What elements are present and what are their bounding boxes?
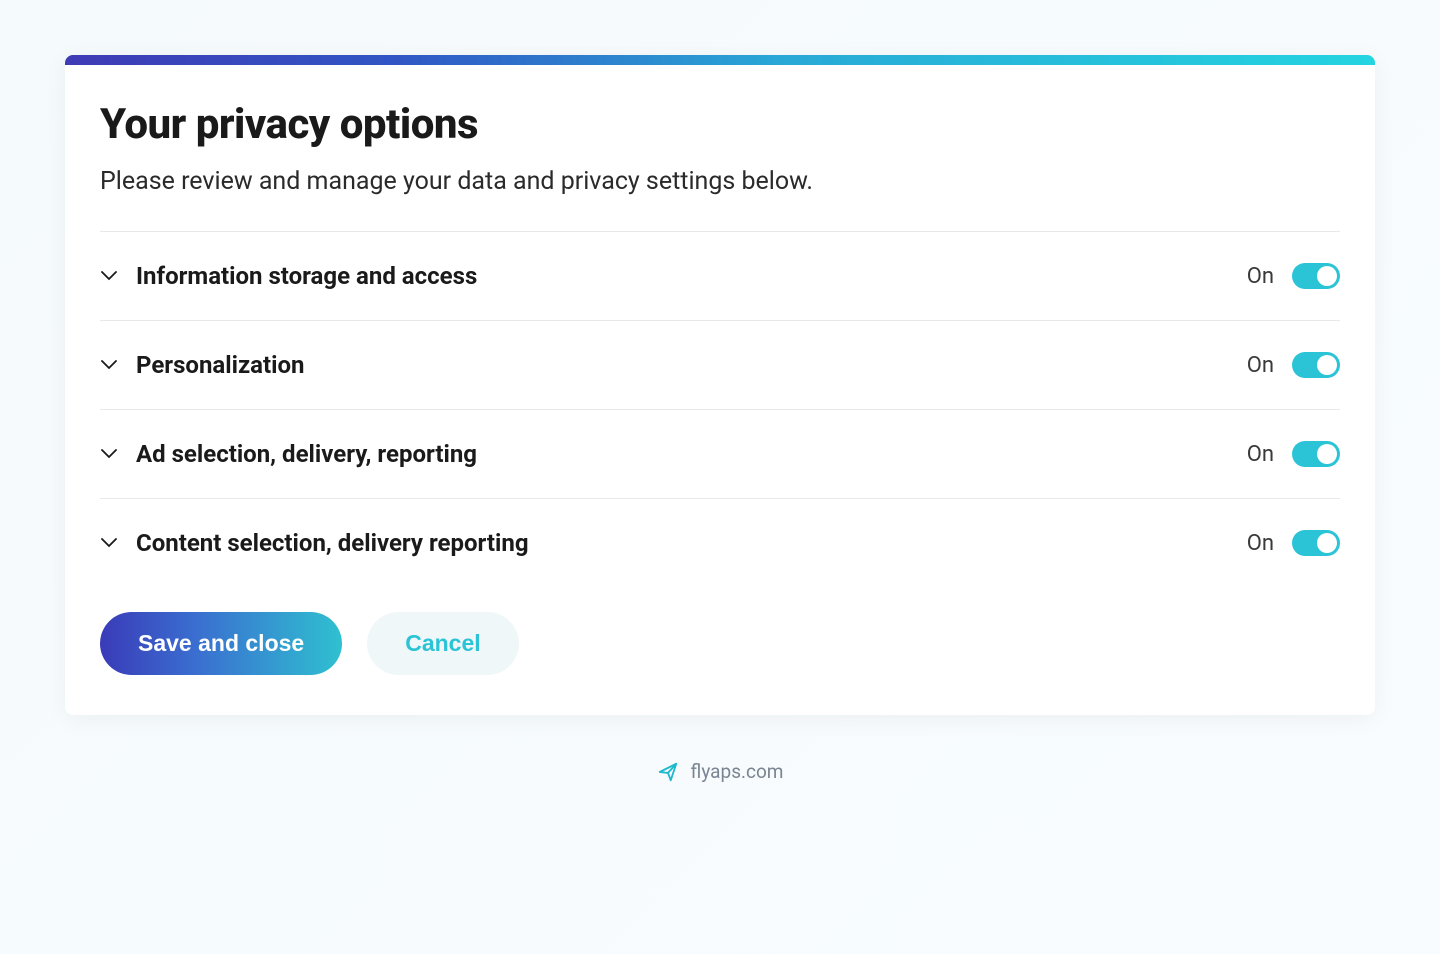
option-row-ad-selection: Ad selection, delivery, reporting On — [100, 409, 1340, 498]
toggle-ad-selection[interactable] — [1292, 441, 1340, 467]
toggle-knob — [1317, 533, 1337, 553]
option-left: Personalization — [100, 351, 304, 379]
option-row-storage: Information storage and access On — [100, 231, 1340, 320]
option-right: On — [1247, 263, 1340, 289]
toggle-state-label: On — [1247, 442, 1274, 467]
chevron-down-icon[interactable] — [100, 356, 118, 374]
toggle-knob — [1317, 266, 1337, 286]
chevron-down-icon[interactable] — [100, 445, 118, 463]
cancel-button[interactable]: Cancel — [367, 612, 518, 675]
toggle-storage[interactable] — [1292, 263, 1340, 289]
option-label: Ad selection, delivery, reporting — [136, 440, 477, 468]
option-row-content-selection: Content selection, delivery reporting On — [100, 498, 1340, 587]
option-label: Personalization — [136, 351, 304, 379]
modal-subtitle: Please review and manage your data and p… — [100, 167, 1340, 196]
option-label: Information storage and access — [136, 262, 477, 290]
option-row-personalization: Personalization On — [100, 320, 1340, 409]
option-left: Ad selection, delivery, reporting — [100, 440, 477, 468]
modal-content: Your privacy options Please review and m… — [65, 65, 1375, 715]
toggle-knob — [1317, 355, 1337, 375]
option-left: Content selection, delivery reporting — [100, 529, 529, 557]
footer-brand: flyaps.com — [691, 760, 784, 783]
toggle-state-label: On — [1247, 531, 1274, 556]
toggle-state-label: On — [1247, 264, 1274, 289]
toggle-state-label: On — [1247, 353, 1274, 378]
toggle-content-selection[interactable] — [1292, 530, 1340, 556]
option-left: Information storage and access — [100, 262, 477, 290]
privacy-modal: Your privacy options Please review and m… — [65, 55, 1375, 715]
option-right: On — [1247, 530, 1340, 556]
toggle-knob — [1317, 444, 1337, 464]
save-button[interactable]: Save and close — [100, 612, 342, 675]
footer: flyaps.com — [65, 760, 1375, 783]
chevron-down-icon[interactable] — [100, 267, 118, 285]
option-right: On — [1247, 352, 1340, 378]
toggle-personalization[interactable] — [1292, 352, 1340, 378]
chevron-down-icon[interactable] — [100, 534, 118, 552]
gradient-top-bar — [65, 55, 1375, 65]
option-right: On — [1247, 441, 1340, 467]
modal-title: Your privacy options — [100, 100, 1340, 149]
paper-plane-icon — [657, 761, 679, 783]
option-label: Content selection, delivery reporting — [136, 529, 529, 557]
button-row: Save and close Cancel — [100, 612, 1340, 675]
